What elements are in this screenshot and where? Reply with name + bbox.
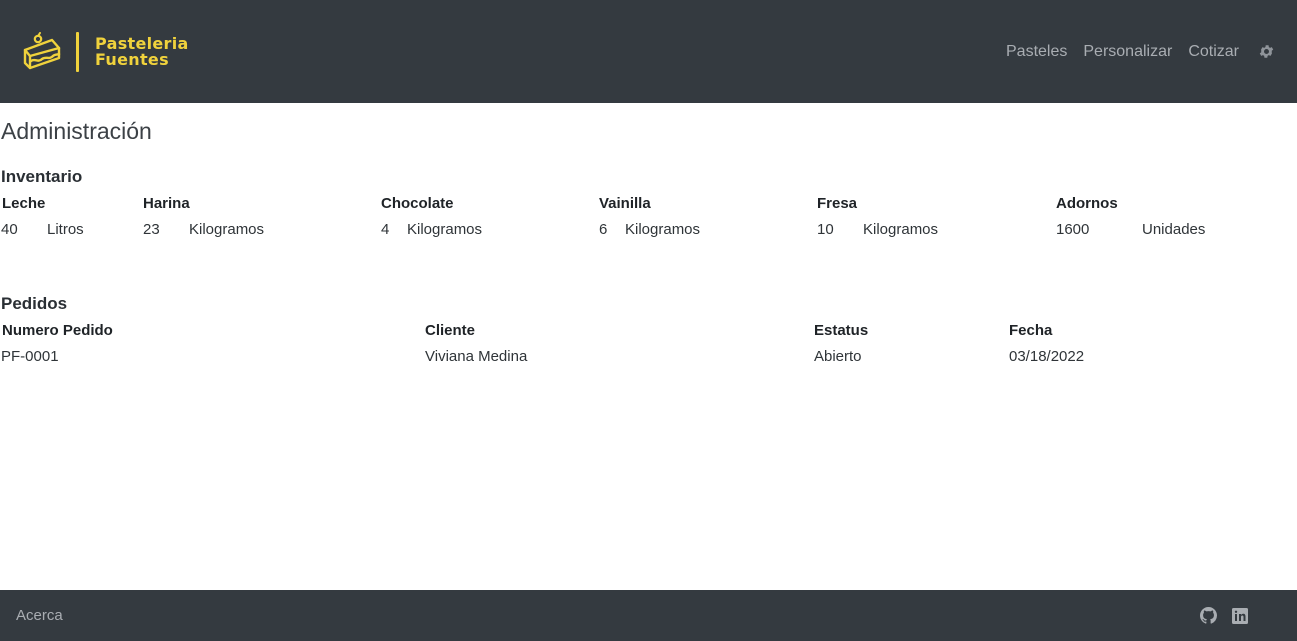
page-title: Administración [1,118,152,144]
footer-link-acerca[interactable]: Acerca [16,607,63,624]
inventory-name: Harina [143,195,190,212]
column-header-cliente: Cliente [425,322,476,339]
inventory-qty: 1600 [1056,221,1090,238]
gear-icon[interactable] [1257,43,1275,61]
inventory-unit: Unidades [1142,221,1206,238]
inventory-name: Leche [2,195,46,212]
column-header-numero-pedido: Numero Pedido [2,322,113,339]
nav-link-personalizar[interactable]: Personalizar [1083,43,1172,61]
inventory-name: Fresa [817,195,858,212]
footer: Acerca [0,590,1297,641]
inventory-qty: 40 [1,221,18,238]
inventory-unit: Kilogramos [189,221,265,238]
inventory-name: Vainilla [599,195,651,212]
brand-divider [76,31,79,72]
cake-slice-icon [23,31,61,69]
order-status: Abierto [814,348,862,365]
inventory-qty: 23 [143,221,160,238]
nav-link-cotizar[interactable]: Cotizar [1188,43,1239,61]
brand-line-2: Fuentes [95,49,169,69]
inventory-qty: 6 [599,221,608,238]
inventory-qty: 10 [817,221,834,238]
brand-name: Pasteleria Fuentes [95,35,189,69]
inventory-unit: Kilogramos [407,221,483,238]
navbar: Pasteleria Fuentes Pasteles Personalizar… [0,0,1297,103]
inventory-unit: Kilogramos [625,221,701,238]
column-header-estatus: Estatus [814,322,869,339]
footer-social-icons [1200,607,1248,624]
brand-logo[interactable]: Pasteleria Fuentes [22,22,189,82]
order-date: 03/18/2022 [1009,348,1085,365]
inventory-unit: Litros [47,221,84,238]
inventario-title: Inventario [1,167,83,186]
order-number: PF-0001 [1,348,59,365]
linkedin-icon[interactable] [1231,607,1248,624]
inventory-name: Adornos [1056,195,1118,212]
nav-menu: Pasteles Personalizar Cotizar [990,43,1275,61]
inventory-name: Chocolate [381,195,454,212]
pedidos-title: Pedidos [1,294,68,313]
order-client: Viviana Medina [425,348,528,365]
inventory-qty: 4 [381,221,390,238]
nav-link-pasteles[interactable]: Pasteles [1006,43,1067,61]
github-icon[interactable] [1200,607,1217,624]
column-header-fecha: Fecha [1009,322,1053,339]
inventory-unit: Kilogramos [863,221,939,238]
